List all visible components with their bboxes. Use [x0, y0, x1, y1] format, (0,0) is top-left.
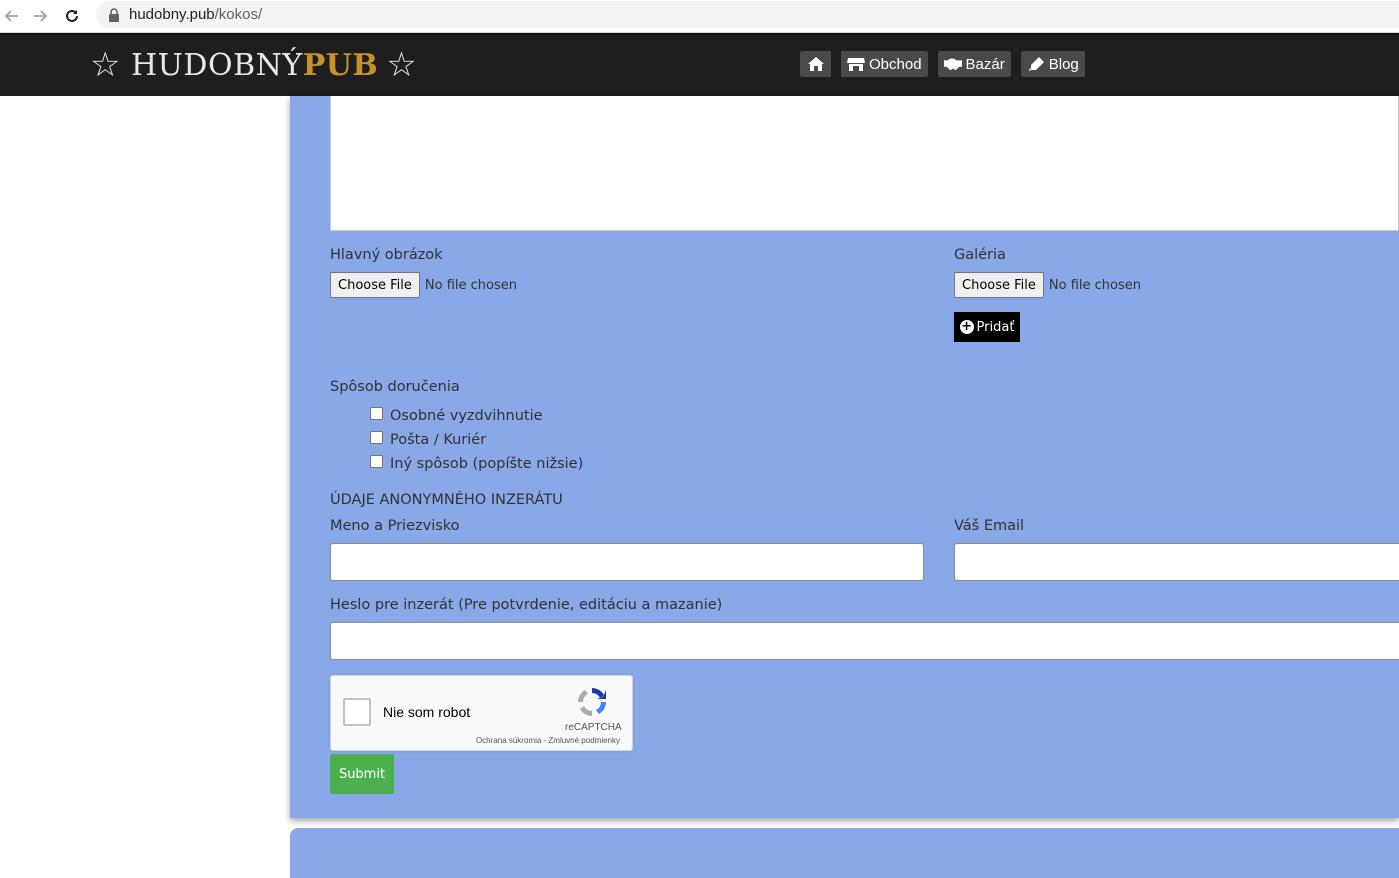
recaptcha-label: Nie som robot: [383, 704, 471, 720]
add-gallery-label: Pridať: [976, 319, 1015, 335]
home-icon: [807, 57, 824, 71]
delivery-other-checkbox[interactable]: [370, 454, 383, 468]
recaptcha-checkbox[interactable]: [343, 698, 371, 726]
name-label: Meno a Priezvisko: [330, 518, 460, 534]
top-navigation: Obchod Bazár Blog: [800, 51, 1085, 77]
recaptcha-logo-icon: [578, 688, 606, 716]
plus-circle-icon: +: [959, 319, 974, 334]
gallery-choose-button[interactable]: Choose File: [954, 272, 1044, 298]
name-input[interactable]: [330, 543, 924, 581]
main-image-file-input[interactable]: Choose File No file chosen: [330, 272, 517, 298]
nav-obchod-button[interactable]: Obchod: [841, 51, 928, 77]
nav-obchod-label: Obchod: [869, 55, 922, 73]
nav-home-button[interactable]: [800, 51, 831, 77]
delivery-option-post[interactable]: Pošta / Kuriér: [370, 430, 487, 448]
ad-form-panel: Hlavný obrázok Choose File No file chose…: [290, 96, 1399, 818]
back-arrow-icon[interactable]: [0, 4, 24, 28]
password-label: Heslo pre inzerát (Pre potvrdenie, editá…: [330, 597, 723, 613]
delivery-option-label: Iný spôsob (popíšte nižsie): [390, 456, 584, 472]
nav-blog-button[interactable]: Blog: [1020, 51, 1085, 77]
pen-icon: [1028, 57, 1044, 71]
store-icon: [847, 58, 865, 71]
delivery-option-personal[interactable]: Osobné vyzdvihnutie: [370, 406, 543, 424]
recaptcha-terms-links[interactable]: Ochrana súkromia - Zmluvné podmienky: [476, 736, 620, 745]
star-icon: ☆: [90, 45, 121, 85]
logo-text: HUDOBNÝ: [130, 47, 303, 83]
logo-accent: PUB: [302, 47, 379, 83]
delivery-option-other[interactable]: Iný spôsob (popíšte nižsie): [370, 454, 584, 472]
star-icon: ☆: [386, 45, 418, 85]
nav-bazar-label: Bazár: [965, 55, 1005, 73]
recaptcha-brand: reCAPTCHA: [565, 722, 622, 733]
anon-section-title: ÚDAJE ANONYMNÉHO INZERÁTU: [330, 492, 563, 508]
reload-icon[interactable]: [60, 4, 84, 28]
url-path: /kokos/: [214, 6, 263, 23]
submit-button[interactable]: Submit: [330, 754, 394, 794]
gallery-file-status: No file chosen: [1048, 277, 1141, 293]
secondary-panel: [290, 828, 1399, 878]
recaptcha-widget: Nie som robot reCAPTCHA Ochrana súkromia…: [330, 675, 633, 751]
site-header: ☆ HUDOBNÝ PUB ☆ Obchod Bazár Blog: [0, 33, 1399, 96]
site-logo[interactable]: ☆ HUDOBNÝ PUB ☆: [90, 45, 417, 85]
forward-arrow-icon[interactable]: [28, 4, 52, 28]
description-textarea[interactable]: [330, 96, 1399, 231]
url-host: hudobny.pub: [129, 6, 215, 23]
email-input[interactable]: [954, 543, 1399, 581]
main-image-file-status: No file chosen: [424, 277, 517, 293]
main-image-choose-button[interactable]: Choose File: [330, 272, 420, 298]
delivery-label: Spôsob doručenia: [330, 379, 460, 395]
handshake-icon: [943, 58, 962, 71]
main-image-label: Hlavný obrázok: [330, 247, 443, 263]
email-label: Váš Email: [954, 518, 1025, 534]
gallery-file-input[interactable]: Choose File No file chosen: [954, 272, 1141, 298]
gallery-label: Galéria: [954, 247, 1006, 263]
nav-blog-label: Blog: [1048, 55, 1079, 73]
password-input[interactable]: [330, 622, 1399, 660]
delivery-post-checkbox[interactable]: [370, 430, 383, 444]
add-gallery-button[interactable]: + Pridať: [954, 312, 1020, 342]
delivery-option-label: Pošta / Kuriér: [390, 432, 487, 448]
delivery-personal-checkbox[interactable]: [370, 406, 383, 420]
delivery-option-label: Osobné vyzdvihnutie: [390, 408, 543, 424]
browser-toolbar: hudobny.pub/kokos/: [0, 0, 1399, 33]
lock-icon: [109, 7, 119, 22]
address-bar[interactable]: hudobny.pub/kokos/: [96, 1, 1399, 28]
nav-bazar-button[interactable]: Bazár: [937, 51, 1011, 77]
